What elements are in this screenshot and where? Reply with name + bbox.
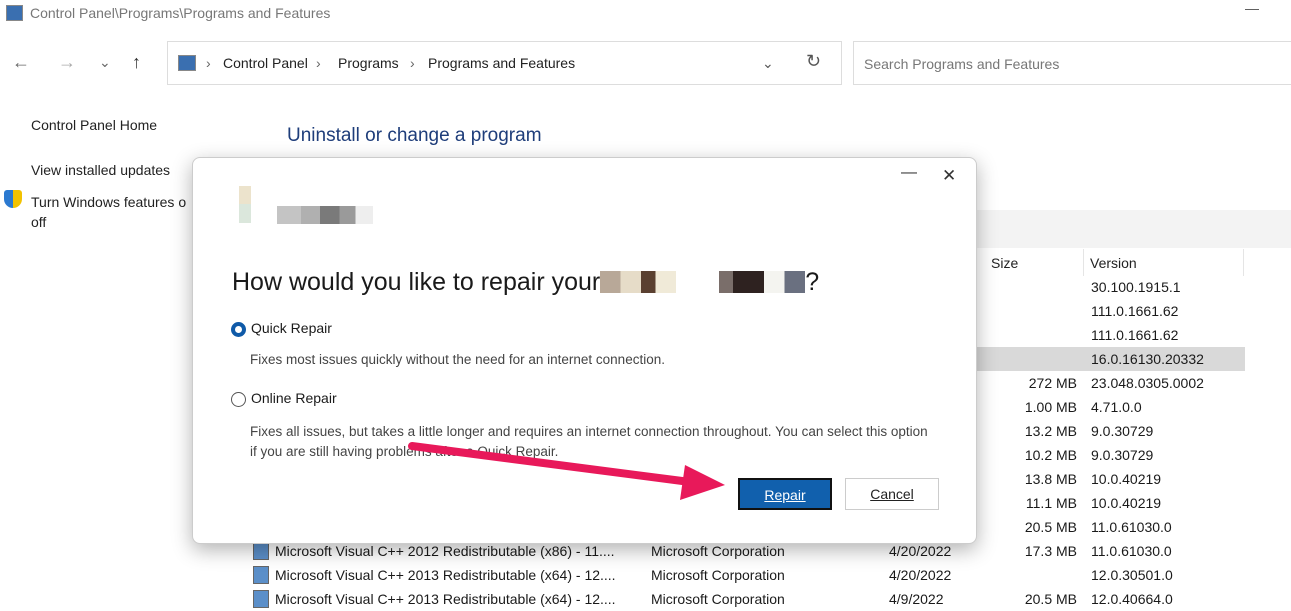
- annotation-arrow: [408, 442, 725, 500]
- arrow-head: [680, 465, 725, 500]
- arrow-shaft: [408, 442, 694, 486]
